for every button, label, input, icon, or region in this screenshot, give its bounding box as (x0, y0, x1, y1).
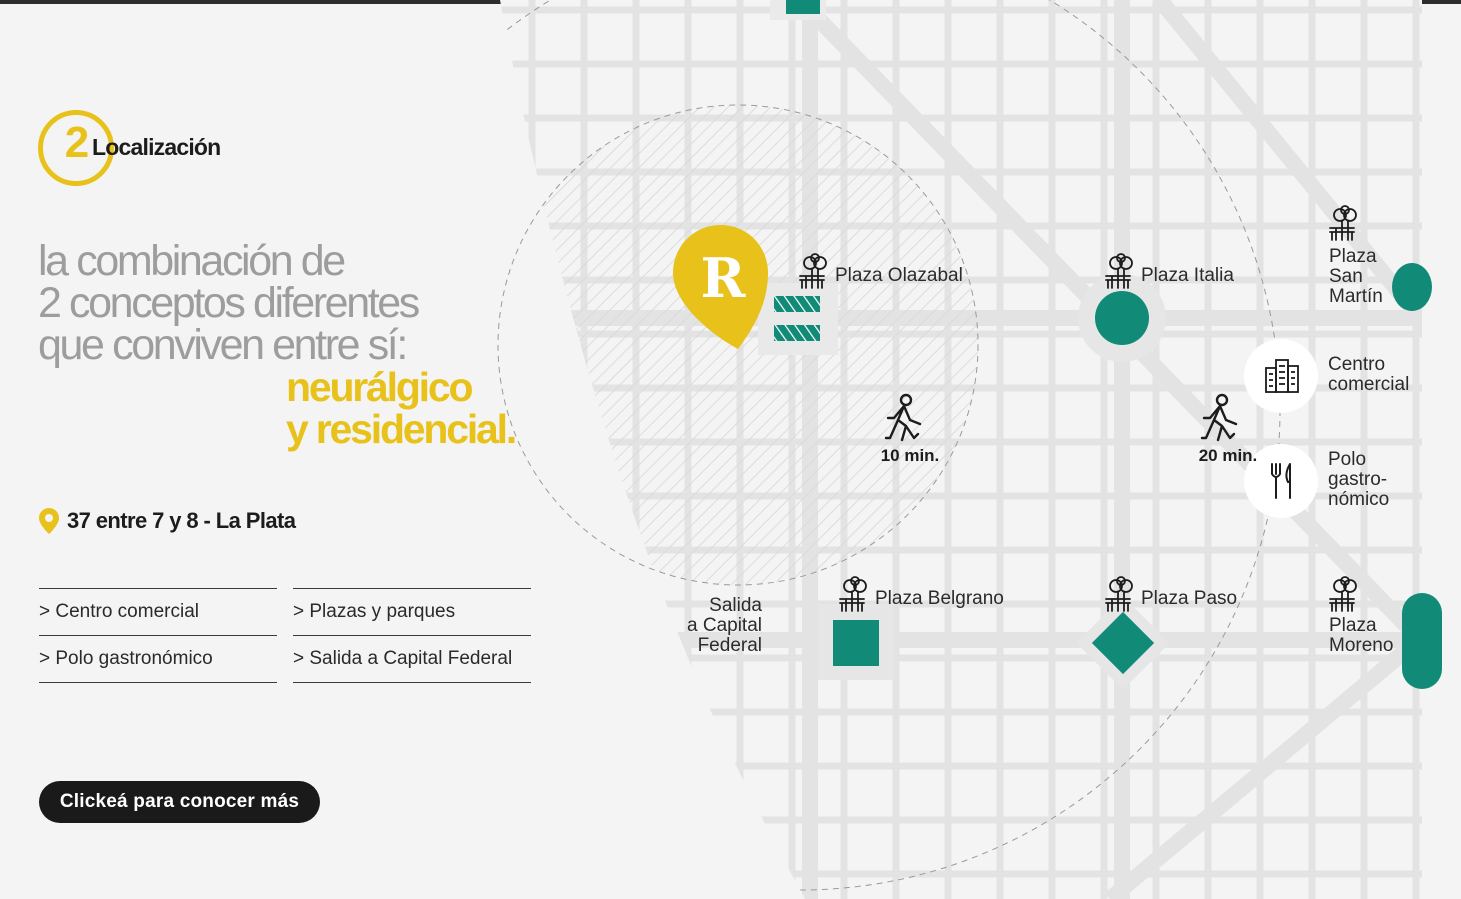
label-plaza-olazabal: Plaza Olazabal (835, 265, 963, 286)
section-header: 2 Localización (38, 110, 298, 186)
plaza-olazabal-shape (774, 296, 820, 312)
address-text: 37 entre 7 y 8 - La Plata (67, 508, 296, 533)
walk-time-10: 10 min. (881, 446, 940, 465)
label-polo-gastronomico: Polo gastro- nómico (1328, 449, 1390, 510)
label-plaza-paso: Plaza Paso (1141, 588, 1238, 609)
headline-line-3: que conviven entre sí: (38, 321, 408, 369)
label-plaza-belgrano: Plaza Belgrano (875, 588, 1004, 609)
headline-line-1: la combinación de (38, 237, 346, 285)
walk-time-20: 20 min. (1199, 446, 1258, 465)
cta-button[interactable]: Clickeá para conocer más (39, 781, 320, 823)
plaza-belgrano-shape (833, 620, 879, 666)
headline-accent-1: neurálgico (286, 364, 474, 410)
label-centro-comercial: Centro comercial (1328, 354, 1410, 395)
link-centro-comercial[interactable]: > Centro comercial (39, 588, 277, 635)
location-pin-icon (39, 508, 59, 534)
headline: la combinación de 2 conceptos diferentes… (38, 237, 558, 452)
plaza-top-shape (786, 0, 820, 14)
section-title: Localización (92, 134, 221, 160)
plaza-olazabal-shape (774, 325, 820, 341)
link-plazas-parques[interactable]: > Plazas y parques (293, 588, 531, 635)
address: 37 entre 7 y 8 - La Plata (38, 505, 296, 537)
plaza-san-martin-shape (1392, 263, 1432, 311)
label-plaza-san-martin: Plaza San Martín (1329, 246, 1383, 307)
centro-comercial-badge (1244, 339, 1318, 413)
label-plaza-italia: Plaza Italia (1141, 265, 1234, 286)
link-salida-capital[interactable]: > Salida a Capital Federal (293, 635, 531, 683)
label-plaza-moreno: Plaza Moreno (1329, 615, 1394, 656)
marker-letter: R (701, 246, 747, 310)
headline-line-2: 2 conceptos diferentes (38, 279, 420, 327)
headline-accent-2: y residencial. (286, 406, 517, 452)
plaza-italia-shape (1095, 291, 1149, 345)
plaza-moreno-shape (1402, 593, 1442, 689)
label-salida-capital: Salida a Capital Federal (687, 595, 762, 656)
plaza-olazabal-pad (758, 283, 838, 355)
link-polo-gastronomico[interactable]: > Polo gastronómico (39, 635, 277, 683)
